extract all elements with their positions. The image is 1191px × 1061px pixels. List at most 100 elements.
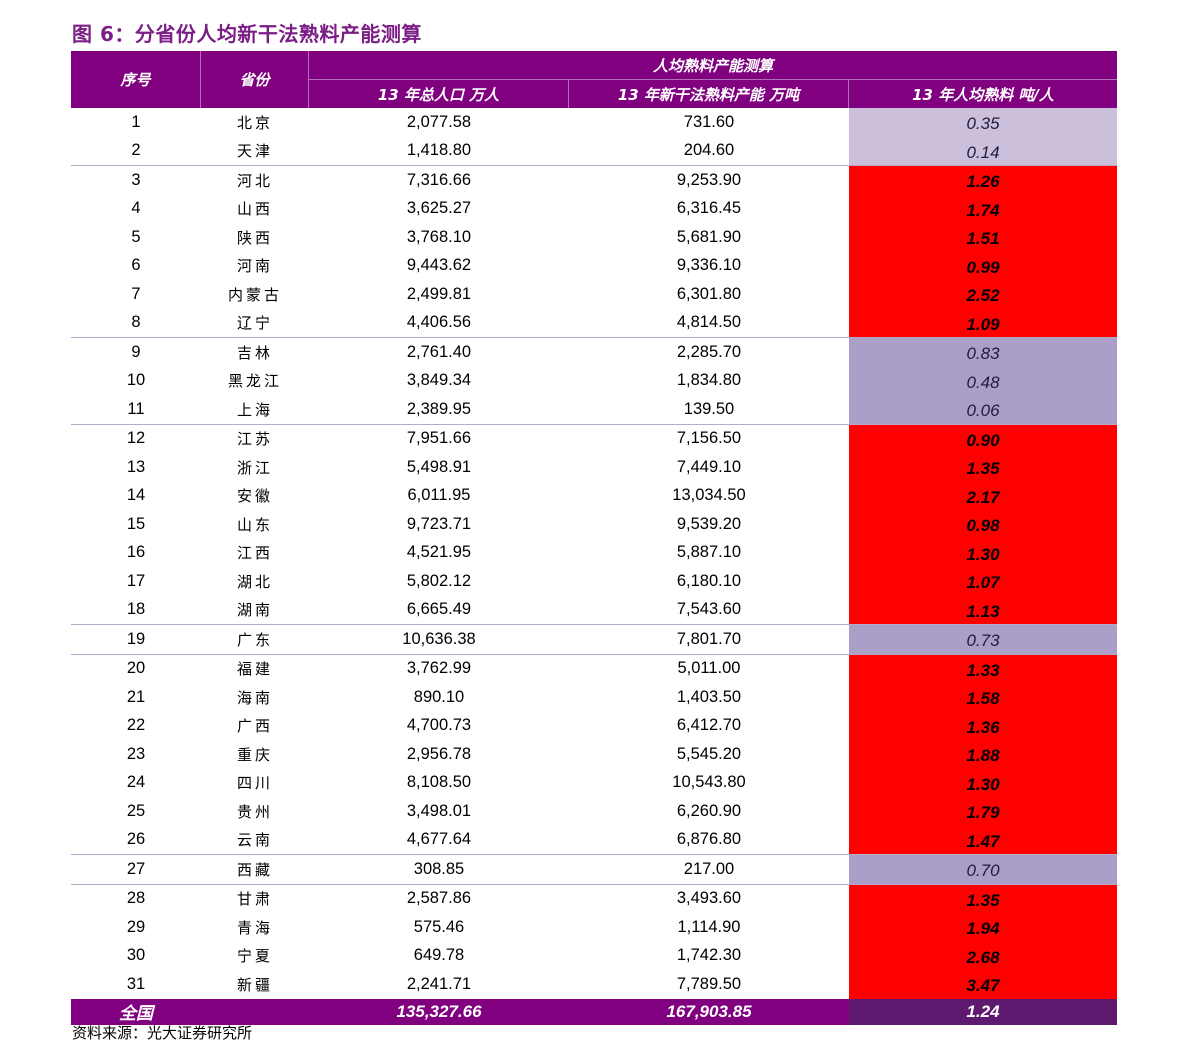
row-no: 28 xyxy=(126,889,146,908)
row-no: 24 xyxy=(126,773,146,792)
table-row: 15 山东 9,723.71 9,539.20 0.98 xyxy=(71,510,1117,539)
row-no: 15 xyxy=(126,514,146,533)
row-province: 浙江 xyxy=(236,458,273,477)
table-row: 27 西藏 308.85 217.00 0.70 xyxy=(71,854,1117,884)
row-population: 3,849.34 xyxy=(406,371,472,390)
table-row: 18 湖南 6,665.49 7,543.60 1.13 xyxy=(71,595,1117,624)
table-row: 7 内蒙古 2,499.81 6,301.80 2.52 xyxy=(71,280,1117,309)
row-province: 安徽 xyxy=(236,487,273,506)
row-per-capita: 1.30 xyxy=(849,538,1117,567)
per-capita-capacity-table: 序号 省份 人均熟料产能测算 13 年总人口 万人 13 年新干法熟料产能 万吨… xyxy=(71,51,1117,1025)
row-per-capita: 0.73 xyxy=(849,625,1117,654)
row-per-capita: 1.74 xyxy=(849,194,1117,223)
row-population: 575.46 xyxy=(413,917,465,936)
row-population: 9,443.62 xyxy=(406,256,472,275)
row-capacity: 731.60 xyxy=(683,112,735,131)
row-no: 9 xyxy=(131,342,141,361)
total-capacity: 167,903.85 xyxy=(666,1001,752,1021)
row-province: 北京 xyxy=(236,113,273,132)
row-per-capita: 1.47 xyxy=(849,825,1117,854)
row-capacity: 9,336.10 xyxy=(676,256,742,275)
header-capacity: 13 年新干法熟料产能 万吨 xyxy=(569,80,849,108)
row-population: 4,521.95 xyxy=(406,543,472,562)
table-row: 14 安徽 6,011.95 13,034.50 2.17 xyxy=(71,481,1117,510)
table-row: 30 宁夏 649.78 1,742.30 2.68 xyxy=(71,941,1117,970)
row-no: 29 xyxy=(126,917,146,936)
row-per-capita: 0.98 xyxy=(849,510,1117,539)
row-population: 2,761.40 xyxy=(406,342,472,361)
row-population: 4,700.73 xyxy=(406,716,472,735)
row-per-capita: 1.51 xyxy=(849,223,1117,252)
row-province: 吉林 xyxy=(236,343,273,362)
row-province: 贵州 xyxy=(236,802,273,821)
row-per-capita: 1.13 xyxy=(849,595,1117,624)
table-row: 12 江苏 7,951.66 7,156.50 0.90 xyxy=(71,423,1117,453)
row-per-capita: 0.70 xyxy=(849,855,1117,884)
row-province: 江苏 xyxy=(236,430,273,449)
row-population: 2,956.78 xyxy=(406,744,472,763)
table-row: 16 江西 4,521.95 5,887.10 1.30 xyxy=(71,538,1117,567)
table-row: 13 浙江 5,498.91 7,449.10 1.35 xyxy=(71,453,1117,482)
table-row: 22 广西 4,700.73 6,412.70 1.36 xyxy=(71,711,1117,740)
row-no: 8 xyxy=(131,313,141,332)
row-province: 云南 xyxy=(236,831,273,850)
header-no: 序号 xyxy=(71,51,201,108)
table-row: 19 广东 10,636.38 7,801.70 0.73 xyxy=(71,624,1117,654)
row-province: 新疆 xyxy=(236,975,273,994)
table-row: 29 青海 575.46 1,114.90 1.94 xyxy=(71,913,1117,942)
row-per-capita: 0.06 xyxy=(849,395,1117,424)
row-no: 16 xyxy=(126,543,146,562)
table-row: 17 湖北 5,802.12 6,180.10 1.07 xyxy=(71,567,1117,596)
row-per-capita: 0.83 xyxy=(849,338,1117,367)
table-header: 序号 省份 人均熟料产能测算 13 年总人口 万人 13 年新干法熟料产能 万吨… xyxy=(71,51,1117,108)
row-capacity: 5,681.90 xyxy=(676,227,742,246)
row-no: 5 xyxy=(131,227,141,246)
row-no: 27 xyxy=(126,859,146,878)
table-body: 1 北京 2,077.58 731.60 0.35 2 天津 1,418.80 204.60 0.… xyxy=(71,108,1117,999)
row-population: 5,498.91 xyxy=(406,457,472,476)
row-population: 4,677.64 xyxy=(406,830,472,849)
row-capacity: 6,412.70 xyxy=(676,716,742,735)
row-per-capita: 1.36 xyxy=(849,711,1117,740)
row-no: 18 xyxy=(126,600,146,619)
row-per-capita: 1.35 xyxy=(849,453,1117,482)
row-per-capita: 1.94 xyxy=(849,913,1117,942)
row-capacity: 1,114.90 xyxy=(677,917,741,936)
row-no: 11 xyxy=(127,399,145,418)
row-capacity: 9,253.90 xyxy=(676,170,742,189)
table-row: 31 新疆 2,241.71 7,789.50 3.47 xyxy=(71,970,1117,999)
table-row: 9 吉林 2,761.40 2,285.70 0.83 xyxy=(71,337,1117,367)
row-capacity: 13,034.50 xyxy=(672,486,746,505)
row-per-capita: 2.68 xyxy=(849,941,1117,970)
table-row: 24 四川 8,108.50 10,543.80 1.30 xyxy=(71,768,1117,797)
row-population: 2,499.81 xyxy=(406,284,472,303)
row-population: 6,665.49 xyxy=(406,600,472,619)
row-population: 7,951.66 xyxy=(406,429,472,448)
row-province: 陕西 xyxy=(236,228,273,247)
row-province: 河南 xyxy=(236,257,273,276)
row-per-capita: 1.26 xyxy=(849,166,1117,195)
row-province: 上海 xyxy=(236,400,273,419)
table-row: 25 贵州 3,498.01 6,260.90 1.79 xyxy=(71,797,1117,826)
row-province: 西藏 xyxy=(236,860,273,879)
row-province: 湖南 xyxy=(236,601,273,620)
row-capacity: 10,543.80 xyxy=(672,773,746,792)
row-province: 海南 xyxy=(236,688,273,707)
row-capacity: 5,545.20 xyxy=(676,744,742,763)
row-province: 广西 xyxy=(236,717,273,736)
table-row: 1 北京 2,077.58 731.60 0.35 xyxy=(71,108,1117,137)
source-note: 资料来源：光大证券研究所 xyxy=(72,1024,253,1042)
row-population: 890.10 xyxy=(413,687,465,706)
row-no: 13 xyxy=(126,457,146,476)
row-per-capita: 1.79 xyxy=(849,797,1117,826)
row-no: 6 xyxy=(131,256,141,275)
table-row: 8 辽宁 4,406.56 4,814.50 1.09 xyxy=(71,308,1117,337)
row-no: 10 xyxy=(126,371,146,390)
table-row: 28 甘肃 2,587.86 3,493.60 1.35 xyxy=(71,883,1117,913)
row-capacity: 7,789.50 xyxy=(676,974,742,993)
row-per-capita: 0.35 xyxy=(849,108,1117,137)
row-population: 649.78 xyxy=(413,946,465,965)
figure-title: 图 6：分省份人均新干法熟料产能测算 xyxy=(72,22,422,46)
row-per-capita: 0.48 xyxy=(849,366,1117,395)
row-capacity: 3,493.60 xyxy=(676,889,742,908)
